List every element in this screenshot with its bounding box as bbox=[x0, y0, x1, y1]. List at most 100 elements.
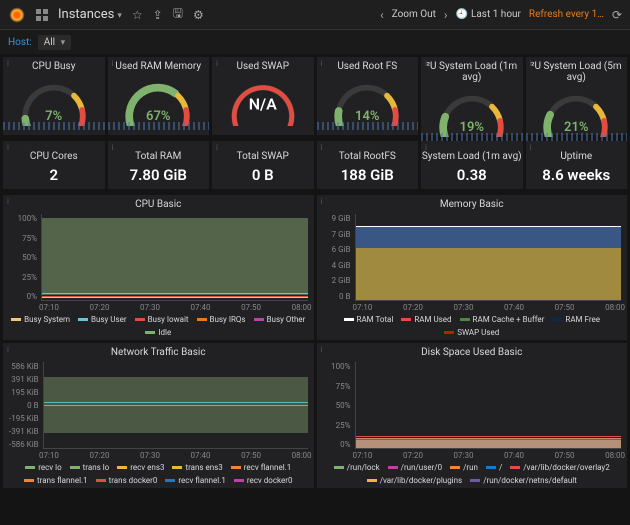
legend-item[interactable]: / bbox=[486, 463, 502, 472]
legend-item[interactable]: trans lo bbox=[70, 463, 110, 472]
stat-2[interactable]: i Total SWAP 0 B bbox=[212, 141, 314, 189]
legend-item[interactable]: SWAP Used bbox=[444, 328, 499, 337]
info-icon: i bbox=[321, 197, 323, 206]
legend-item[interactable]: /run bbox=[450, 463, 478, 472]
x-axis: 07:1007:2007:3007:4007:5008:00 bbox=[3, 449, 314, 460]
legend-item[interactable]: RAM Free bbox=[552, 315, 600, 324]
panel-title: Used Root FS bbox=[317, 57, 419, 74]
stat-1[interactable]: i Total RAM 7.80 GiB bbox=[108, 141, 210, 189]
legend: /run/lock/run/user/0/run / /var/lib/docker… bbox=[317, 460, 628, 488]
stat-0[interactable]: i CPU Cores 2 bbox=[3, 141, 105, 189]
stat-4[interactable]: i System Load (1m avg) 0.38 bbox=[421, 141, 523, 189]
legend: recv lo trans lo recv ens3 trans ens3 recv f… bbox=[3, 460, 314, 488]
refresh-icon[interactable]: ⟳ bbox=[612, 8, 622, 22]
gauge-2[interactable]: i Used SWAP N/A bbox=[212, 57, 314, 135]
gauge-3[interactable]: i Used Root FS 14% bbox=[317, 57, 419, 135]
info-icon: i bbox=[7, 345, 9, 354]
plot-area[interactable] bbox=[355, 362, 622, 449]
legend-item[interactable]: /var/lib/docker/plugins bbox=[367, 476, 463, 485]
legend-item[interactable]: Busy Other bbox=[254, 315, 306, 324]
y-axis: 586 KiB391 KiB195 KiB0 B-195 KiB-391 KiB… bbox=[9, 362, 43, 449]
plot-area[interactable] bbox=[41, 214, 308, 301]
panel-title: System Load (1m avg) bbox=[422, 147, 522, 164]
legend-item[interactable]: Busy IRQs bbox=[197, 315, 246, 324]
chart-3[interactable]: i Disk Space Used Basic 100%75%50%25%0% … bbox=[317, 343, 628, 488]
legend-item[interactable]: Idle bbox=[145, 328, 171, 337]
info-icon: i bbox=[530, 59, 532, 68]
legend-item[interactable]: /var/lib/docker/overlay2 bbox=[510, 463, 609, 472]
timerange-picker[interactable]: 🕘 Last 1 hour bbox=[456, 9, 521, 20]
y-axis: 100%75%50%25%0% bbox=[9, 214, 41, 301]
plot-area[interactable] bbox=[355, 214, 622, 301]
panel-title: Total RootFS bbox=[339, 147, 396, 164]
stat-value: 188 GiB bbox=[341, 166, 394, 184]
stat-3[interactable]: i Total RootFS 188 GiB bbox=[317, 141, 419, 189]
legend-item[interactable]: recv docker0 bbox=[234, 476, 293, 485]
var-host-value[interactable]: All ▾ bbox=[38, 35, 71, 50]
legend-item[interactable]: trans flannel.1 bbox=[24, 476, 88, 485]
legend-item[interactable]: RAM Total bbox=[344, 315, 394, 324]
zoom-prev-icon[interactable]: ‹ bbox=[380, 8, 384, 22]
legend-item[interactable]: Busy Iowait bbox=[135, 315, 189, 324]
dashboard-title[interactable]: Instances▾ bbox=[58, 7, 122, 22]
info-icon: i bbox=[425, 143, 427, 152]
share-icon[interactable]: ⇪ bbox=[153, 8, 163, 22]
refresh-interval[interactable]: Refresh every 1… bbox=[529, 9, 604, 20]
info-icon: i bbox=[425, 59, 427, 68]
x-axis: 07:1007:2007:3007:4007:5008:00 bbox=[317, 449, 628, 460]
info-icon: i bbox=[321, 143, 323, 152]
gauge-5[interactable]: i ²U System Load (5m avg) 21% bbox=[526, 57, 628, 135]
info-icon: i bbox=[530, 143, 532, 152]
gauge-value: N/A bbox=[249, 94, 277, 113]
chart-0[interactable]: i CPU Basic 100%75%50%25%0% 07:1007:2007… bbox=[3, 195, 314, 340]
panel-title: Total SWAP bbox=[237, 147, 289, 164]
legend-item[interactable]: recv ens3 bbox=[117, 463, 164, 472]
panel-title: Used SWAP bbox=[212, 57, 314, 74]
legend-item[interactable]: /run/user/0 bbox=[388, 463, 442, 472]
y-axis: 9 GiB7 GiB6 GiB4 GiB2 GiB0 B bbox=[323, 214, 355, 301]
legend: RAM Total RAM Used RAM Cache + Buffer RAM F… bbox=[317, 312, 628, 340]
legend-item[interactable]: /run/lock bbox=[334, 463, 380, 472]
save-icon[interactable]: 🖫 bbox=[173, 4, 183, 25]
panel-title: Network Traffic Basic bbox=[3, 343, 314, 360]
legend-item[interactable]: RAM Used bbox=[401, 315, 451, 324]
chart-2[interactable]: i Network Traffic Basic 586 KiB391 KiB19… bbox=[3, 343, 314, 488]
grafana-logo-icon[interactable] bbox=[8, 6, 26, 24]
x-axis: 07:1007:2007:3007:4007:5008:00 bbox=[317, 301, 628, 312]
zoom-next-icon[interactable]: › bbox=[444, 8, 448, 22]
stat-5[interactable]: i Uptime 8.6 weeks bbox=[526, 141, 628, 189]
legend-item[interactable]: Busy User bbox=[78, 315, 127, 324]
panel-title: CPU Busy bbox=[3, 57, 105, 74]
legend-item[interactable]: /run/docker/netns/default bbox=[470, 476, 577, 485]
legend-item[interactable]: RAM Cache + Buffer bbox=[460, 315, 545, 324]
sparkline bbox=[421, 133, 523, 141]
info-icon: i bbox=[112, 143, 114, 152]
star-icon[interactable]: ☆ bbox=[132, 8, 143, 22]
template-variables-row: Host: All ▾ bbox=[0, 30, 630, 54]
stat-value: 7.80 GiB bbox=[130, 166, 187, 184]
legend-item[interactable]: recv lo bbox=[25, 463, 61, 472]
info-icon: i bbox=[321, 59, 323, 68]
gauge-0[interactable]: i CPU Busy 7% bbox=[3, 57, 105, 135]
chart-1[interactable]: i Memory Basic 9 GiB7 GiB6 GiB4 GiB2 GiB… bbox=[317, 195, 628, 340]
legend-item[interactable]: Busy System bbox=[11, 315, 70, 324]
legend-item[interactable]: recv flannel.1 bbox=[231, 463, 291, 472]
gauge-4[interactable]: i ²U System Load (1m avg) 19% bbox=[421, 57, 523, 135]
legend-item[interactable]: trans ens3 bbox=[172, 463, 222, 472]
dashboard-grid-icon[interactable] bbox=[36, 9, 48, 21]
info-icon: i bbox=[7, 197, 9, 206]
stat-value: 8.6 weeks bbox=[542, 166, 610, 184]
legend-item[interactable]: trans docker0 bbox=[96, 476, 158, 485]
sparkline bbox=[526, 133, 628, 141]
plot-area[interactable] bbox=[43, 362, 308, 449]
info-icon: i bbox=[321, 345, 323, 354]
x-axis: 07:1007:2007:3007:4007:5008:00 bbox=[3, 301, 314, 312]
gauge-1[interactable]: i Used RAM Memory 67% bbox=[108, 57, 210, 135]
zoom-out-button[interactable]: Zoom Out bbox=[392, 9, 436, 20]
info-icon: i bbox=[216, 143, 218, 152]
settings-icon[interactable]: ⚙ bbox=[193, 8, 204, 22]
legend-item[interactable]: recv flannel.1 bbox=[165, 476, 225, 485]
stat-value: 0.38 bbox=[457, 166, 487, 184]
panel-title: ²U System Load (5m avg) bbox=[526, 57, 628, 85]
info-icon: i bbox=[112, 59, 114, 68]
